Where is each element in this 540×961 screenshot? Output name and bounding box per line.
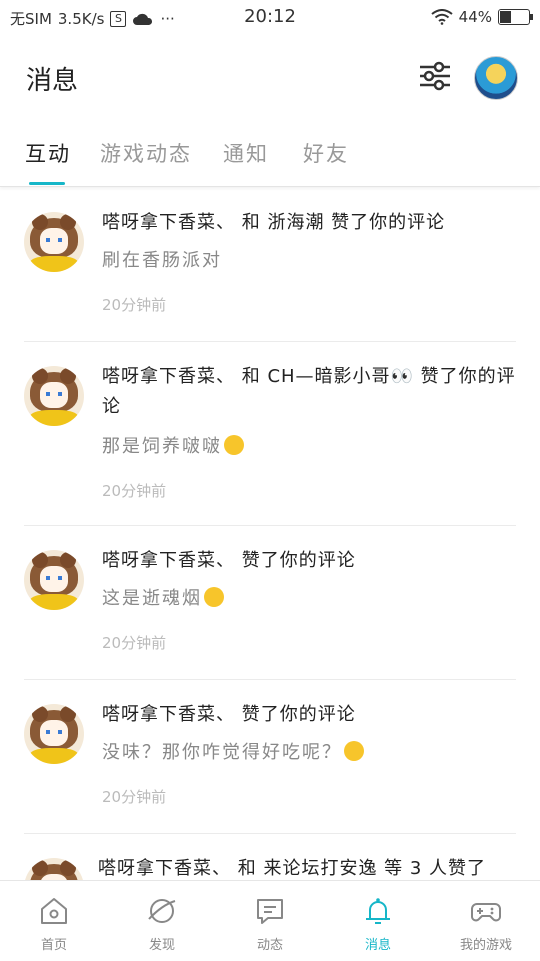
nav-discover[interactable]: 发现	[108, 881, 216, 961]
divider	[24, 341, 516, 342]
avatar[interactable]	[24, 366, 84, 426]
chat-icon	[257, 899, 283, 924]
notification-title: 嗒呀拿下香菜、 赞了你的评论	[102, 704, 356, 725]
divider	[24, 833, 516, 834]
notification-time: 20分钟前	[102, 296, 167, 314]
battery-icon	[498, 9, 533, 25]
divider	[24, 679, 516, 680]
notification-comment: 那是饲养啵啵	[102, 432, 522, 458]
battery-percent: 44%	[458, 8, 492, 26]
planet-icon	[148, 899, 176, 923]
page-title: 消息	[26, 66, 79, 96]
divider	[24, 525, 516, 526]
avatar[interactable]	[24, 212, 84, 272]
tab-game-news[interactable]: 游戏动态	[100, 138, 192, 168]
nav-home-label: 首页	[40, 938, 67, 953]
notification-comment: 这是逝魂烟	[102, 584, 522, 610]
wifi-icon	[431, 9, 453, 25]
notification-title: 嗒呀拿下香菜、 赞了你的评论	[102, 550, 356, 571]
comment-text: 没味？那你咋觉得好吃呢？	[102, 742, 342, 763]
avatar[interactable]	[24, 550, 84, 610]
sliders-icon	[420, 61, 450, 91]
filter-button[interactable]	[417, 58, 453, 94]
notification-comment: 刷在香肠派对	[102, 250, 222, 271]
status-right: 44%	[431, 8, 533, 26]
notification-time: 20分钟前	[102, 788, 167, 806]
notification-comment: 没味？那你咋觉得好吃呢？	[102, 738, 522, 764]
nav-discover-label: 发现	[148, 938, 175, 953]
gamepad-icon	[471, 903, 501, 922]
tab-interaction[interactable]: 互动	[25, 138, 71, 168]
bottom-nav: 首页 发现 动态 消息 我的游戏	[0, 880, 540, 961]
tab-notice[interactable]: 通知	[223, 138, 269, 168]
emoji-icon	[344, 741, 364, 761]
nav-feed-label: 动态	[256, 938, 283, 953]
status-bar: 无SIM 3.5K/s S ··· 20:12 44%	[0, 0, 540, 36]
notification-time: 20分钟前	[102, 634, 167, 652]
user-avatar[interactable]	[474, 56, 518, 100]
comment-text: 这是逝魂烟	[102, 588, 202, 609]
comment-text: 那是饲养啵啵	[102, 436, 222, 457]
nav-home[interactable]: 首页	[0, 881, 108, 961]
nav-messages-label: 消息	[364, 938, 391, 953]
nav-my-games-label: 我的游戏	[459, 938, 512, 953]
avatar[interactable]	[24, 704, 84, 764]
notification-title: 嗒呀拿下香菜、 和 浙海潮 赞了你的评论	[102, 212, 446, 233]
tab-active-indicator	[29, 182, 65, 185]
notification-title: 嗒呀拿下香菜、 和 CH—暗影小哥👀 赞了你的评论	[102, 366, 516, 417]
bell-icon	[366, 898, 390, 924]
tab-friends[interactable]: 好友	[303, 138, 349, 168]
home-icon	[41, 898, 67, 924]
tab-bar: 互动 游戏动态 通知 好友	[0, 126, 540, 187]
emoji-icon	[224, 435, 244, 455]
nav-my-games[interactable]: 我的游戏	[432, 881, 540, 961]
nav-messages[interactable]: 消息	[324, 881, 432, 961]
nav-feed[interactable]: 动态	[216, 881, 324, 961]
emoji-icon	[204, 587, 224, 607]
notification-time: 20分钟前	[102, 482, 167, 500]
